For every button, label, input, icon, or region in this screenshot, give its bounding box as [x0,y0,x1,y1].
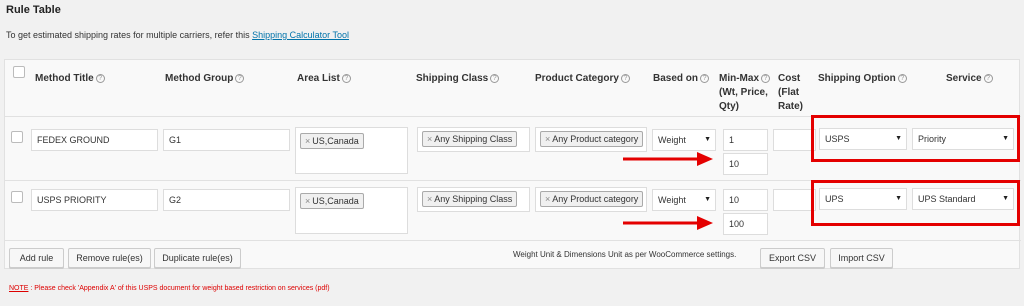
shipping-class-tag: × Any Shipping Class [422,191,518,207]
help-icon[interactable]: ? [983,73,993,83]
row-checkbox[interactable] [11,131,23,143]
help-icon[interactable]: ? [761,73,770,83]
remove-tag-icon[interactable]: × [545,134,550,144]
rule-table: Method Title? Method Group? Area List? S… [4,59,1021,269]
help-icon[interactable]: ? [235,73,245,83]
units-note: Weight Unit & Dimensions Unit as per Woo… [513,250,737,259]
intro-text: To get estimated shipping rates for mult… [6,30,349,40]
remove-tag-icon[interactable]: × [545,194,550,204]
remove-rules-button[interactable]: Remove rule(es) [68,248,151,268]
shipping-class-tag: × Any Shipping Class [422,131,518,147]
header-method-group: Method Group? [165,72,245,86]
shipping-class-select[interactable]: × Any Shipping Class [417,127,530,152]
header-shipping-class: Shipping Class? [416,72,500,86]
header-min-max: Min-Max? (Wt, Price, Qty) [719,72,770,114]
header-service: Service? [946,72,993,86]
based-on-select[interactable]: Weight ▼ [652,189,716,211]
help-icon[interactable]: ? [897,73,907,83]
method-title-input[interactable]: USPS PRIORITY [31,189,158,211]
area-tag: × US,Canada [300,193,364,209]
area-list-select[interactable]: × US,Canada [295,187,408,234]
method-group-input[interactable]: G1 [163,129,290,151]
header-based-on: Based on? [653,72,710,86]
arrow-right-icon [623,216,713,230]
dropdown-arrow-icon: ▼ [704,136,711,143]
duplicate-rules-button[interactable]: Duplicate rule(es) [154,248,241,268]
product-category-tag: × Any Product category [540,131,644,147]
import-csv-button[interactable]: Import CSV [830,248,893,268]
note-prefix: NOTE [9,285,29,292]
row-checkbox[interactable] [11,191,23,203]
shipping-class-select[interactable]: × Any Shipping Class [417,187,530,212]
header-method-title: Method Title? [35,72,105,86]
page-title: Rule Table [6,4,61,16]
area-list-select[interactable]: × US,Canada [295,127,408,174]
help-icon[interactable]: ? [620,73,630,83]
method-title-input[interactable]: FEDEX GROUND [31,129,158,151]
help-icon[interactable]: ? [341,73,351,83]
product-category-select[interactable]: × Any Product category [535,127,647,152]
max-input[interactable]: 10 [723,153,768,175]
header-cost: Cost (Flat Rate) [778,73,804,112]
dropdown-arrow-icon: ▼ [704,196,711,203]
select-all-checkbox[interactable] [13,66,25,78]
intro-label: To get estimated shipping rates for mult… [6,30,253,40]
remove-tag-icon[interactable]: × [427,194,432,204]
shipping-calculator-link[interactable]: Shipping Calculator Tool [252,30,349,40]
based-on-select[interactable]: Weight ▼ [652,129,716,151]
cost-input[interactable] [773,129,816,151]
remove-tag-icon[interactable]: × [305,196,310,206]
min-input[interactable]: 10 [723,189,768,211]
product-category-select[interactable]: × Any Product category [535,187,647,212]
highlight-box [811,115,1020,162]
remove-tag-icon[interactable]: × [427,134,432,144]
note-text[interactable]: : Please check 'Appendix A' of this USPS… [28,285,329,292]
help-icon[interactable]: ? [490,73,500,83]
export-csv-button[interactable]: Export CSV [760,248,825,268]
help-icon[interactable]: ? [95,73,105,83]
max-input[interactable]: 100 [723,213,768,235]
method-group-input[interactable]: G2 [163,189,290,211]
cost-input[interactable] [773,189,816,211]
header-shipping-option: Shipping Option? [818,72,907,86]
row-divider [5,240,1021,241]
help-icon[interactable]: ? [700,73,710,83]
highlight-box [811,180,1020,226]
header-area-list: Area List? [297,72,351,86]
header-product-category: Product Category? [535,72,630,86]
add-rule-button[interactable]: Add rule [9,248,64,268]
product-category-tag: × Any Product category [540,191,644,207]
arrow-right-icon [623,152,713,166]
min-input[interactable]: 1 [723,129,768,151]
remove-tag-icon[interactable]: × [305,136,310,146]
usps-note: NOTE : Please check 'Appendix A' of this… [9,285,330,292]
area-tag: × US,Canada [300,133,364,149]
